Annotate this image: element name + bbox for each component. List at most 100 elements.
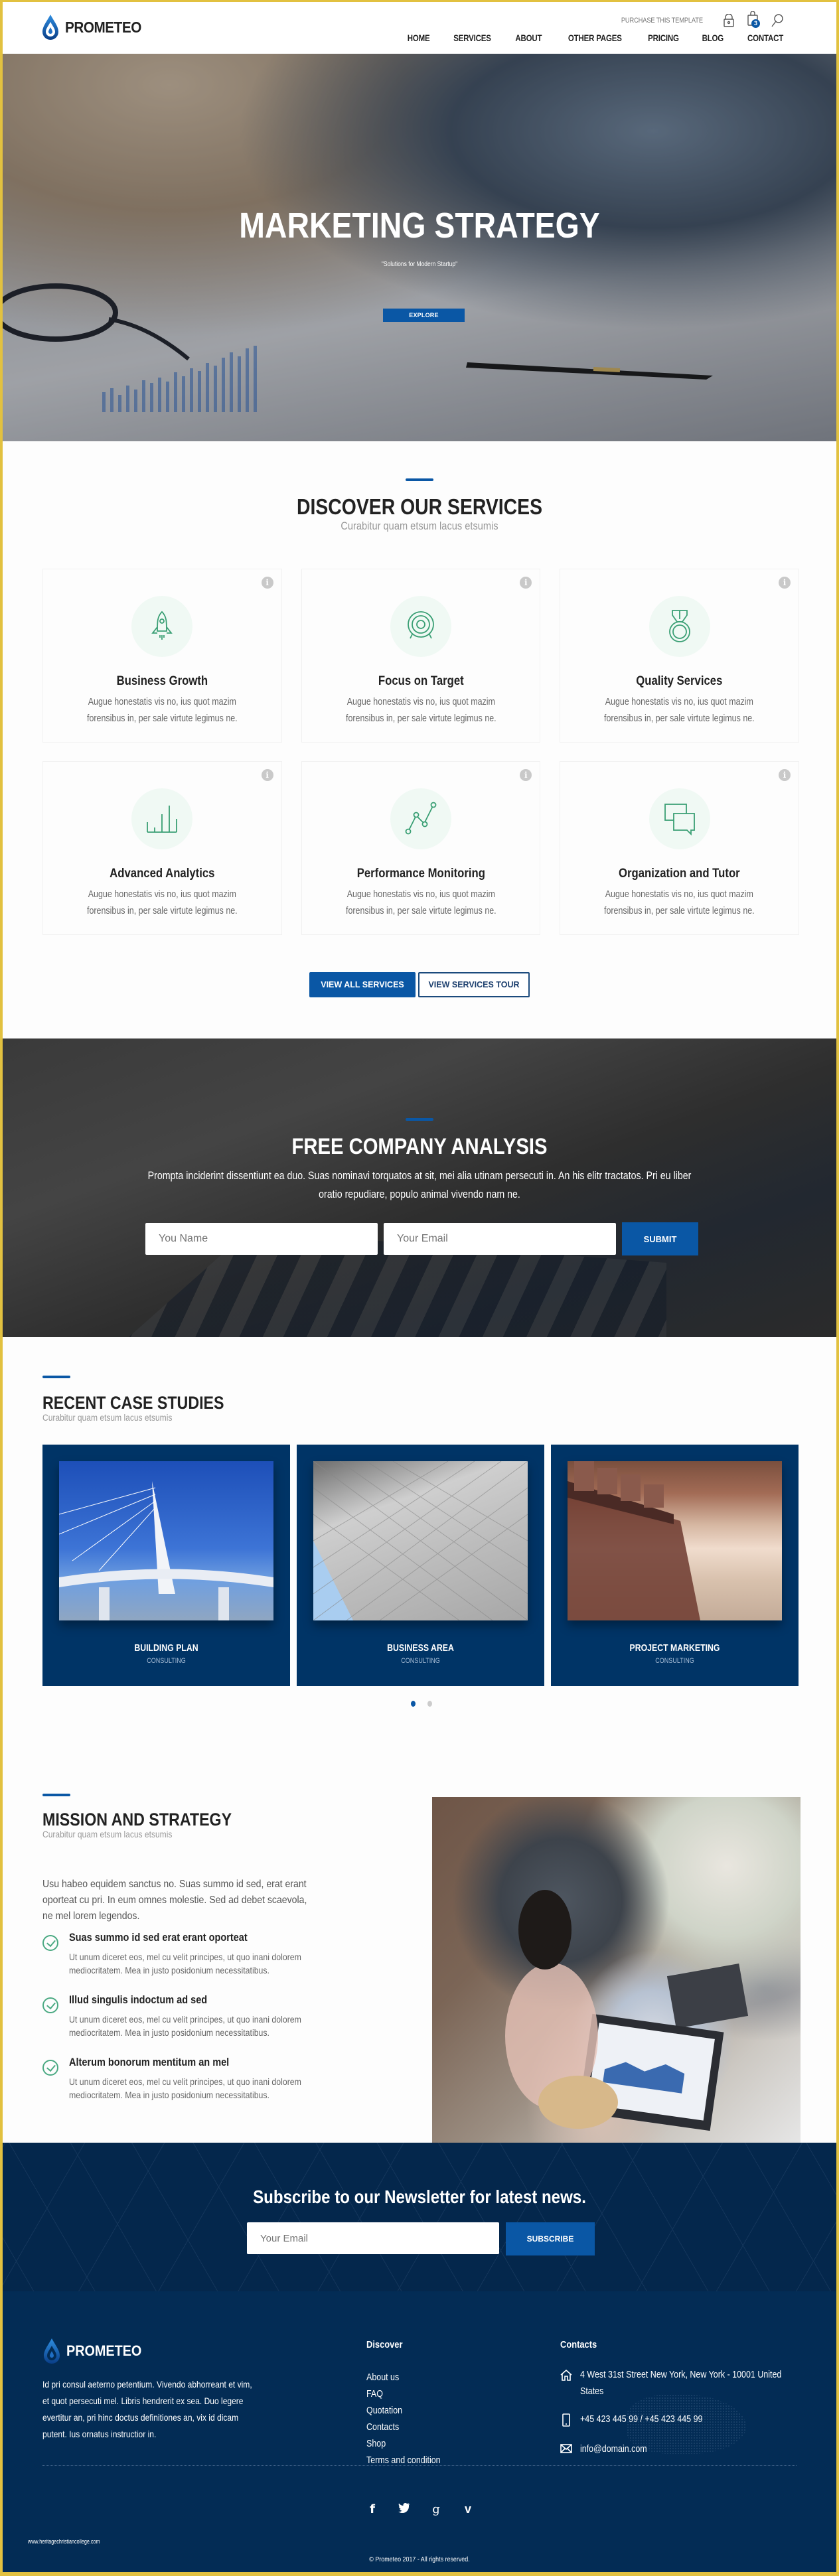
- hero-glasses-decor: [3, 283, 190, 361]
- check-circle-icon: [42, 1997, 58, 2013]
- nav-home[interactable]: HOME: [407, 33, 429, 43]
- medal-icon: [668, 610, 690, 642]
- case-category: CONSULTING: [401, 1657, 440, 1665]
- nav-pricing[interactable]: PRICING: [648, 33, 680, 43]
- facebook-icon[interactable]: f: [366, 2502, 378, 2516]
- info-icon[interactable]: i: [261, 577, 273, 589]
- nav-contact[interactable]: CONTACT: [747, 33, 783, 43]
- nav-services[interactable]: SERVICES: [453, 33, 491, 43]
- mission-heading: MISSION AND STRATEGY Curabitur quam etsu…: [42, 1794, 263, 1839]
- site-footer: PROMETEO Id pri consul aeterno petentium…: [3, 2291, 836, 2572]
- service-card[interactable]: i Quality Services Augue honestatis vis …: [560, 569, 799, 743]
- contact-phone: +45 423 445 99 / +45 423 445 99: [560, 2411, 819, 2428]
- service-card[interactable]: i Business Growth Augue honestatis vis n…: [42, 569, 282, 743]
- lock-icon[interactable]: [724, 13, 734, 27]
- subscribe-button[interactable]: SUBSCRIBE: [506, 2222, 595, 2255]
- top-utility-bar: PURCHASE THIS TEMPLATE 3: [614, 11, 783, 29]
- target-icon: [408, 611, 434, 639]
- free-analysis-section: FREE COMPANY ANALYSIS Prompta inciderint…: [3, 1038, 836, 1337]
- line-graph-icon: [405, 802, 437, 835]
- footer-link-quotation[interactable]: Quotation: [366, 2403, 402, 2419]
- service-text: Augue honestatis vis no, ius quot mazim …: [604, 697, 755, 724]
- case-image-ship: [568, 1461, 782, 1620]
- service-card[interactable]: i Advanced Analytics Augue honestatis vi…: [42, 761, 282, 935]
- vimeo-icon[interactable]: v: [462, 2502, 474, 2516]
- logo[interactable]: PROMETEO: [41, 14, 150, 40]
- analysis-title: FREE COMPANY ANALYSIS: [291, 1134, 548, 1159]
- footer-about-text: Id pri consul aeterno petentium. Vivendo…: [42, 2379, 252, 2439]
- service-card[interactable]: i Focus on Target Augue honestatis vis n…: [301, 569, 541, 743]
- case-studies-section: RECENT CASE STUDIES Curabitur quam etsum…: [3, 1337, 836, 1767]
- twitter-icon[interactable]: [398, 2502, 410, 2516]
- carousel-pagination: [411, 1701, 432, 1707]
- nav-blog[interactable]: BLOG: [702, 33, 724, 43]
- view-all-services-button[interactable]: VIEW ALL SERVICES: [309, 972, 416, 997]
- email-link[interactable]: info@domain.com: [580, 2441, 786, 2458]
- carousel-dot-1[interactable]: [411, 1701, 416, 1707]
- heading-accent-bar: [406, 478, 433, 481]
- service-title: Advanced Analytics: [110, 867, 215, 881]
- nav-other-pages[interactable]: OTHER PAGES: [568, 33, 622, 43]
- service-title: Quality Services: [636, 674, 723, 688]
- footer-link-shop[interactable]: Shop: [366, 2436, 386, 2453]
- service-text: Augue honestatis vis no, ius quot mazim …: [604, 889, 755, 916]
- copyright-text: © Prometeo 2017 - All rights reserved.: [369, 2555, 470, 2563]
- service-title: Performance Monitoring: [356, 867, 485, 881]
- footer-link-contacts[interactable]: Contacts: [366, 2419, 399, 2436]
- contact-address: 4 West 31st Street New York, New York - …: [560, 2367, 819, 2400]
- drop-logo-icon: [42, 15, 58, 40]
- footer-link-faq[interactable]: FAQ: [366, 2386, 383, 2403]
- service-title: Organization and Tutor: [619, 867, 740, 881]
- services-grid: i Business Growth Augue honestatis vis n…: [42, 569, 799, 935]
- drop-logo-icon: [44, 2338, 60, 2364]
- contacts-title: Contacts: [560, 2339, 597, 2350]
- info-icon[interactable]: i: [520, 577, 532, 589]
- services-actions: VIEW ALL SERVICES VIEW SERVICES TOUR: [3, 972, 836, 997]
- social-links: f g v: [366, 2502, 474, 2516]
- team-photo: [432, 1797, 801, 2143]
- info-icon[interactable]: i: [261, 769, 273, 781]
- google-plus-icon[interactable]: g: [430, 2502, 442, 2516]
- name-input[interactable]: [145, 1223, 378, 1255]
- submit-button[interactable]: SUBMIT: [622, 1222, 698, 1255]
- search-icon[interactable]: [771, 13, 783, 27]
- email-input[interactable]: [384, 1223, 616, 1255]
- cases-heading: RECENT CASE STUDIES Curabitur quam etsum…: [42, 1376, 254, 1423]
- case-category: CONSULTING: [147, 1657, 186, 1665]
- address-text: 4 West 31st Street New York, New York - …: [580, 2370, 782, 2397]
- case-title: PROJECT MARKETING: [629, 1642, 720, 1654]
- envelope-pattern-background: [3, 2143, 836, 2291]
- carousel-dot-2[interactable]: [427, 1701, 432, 1707]
- mission-subtitle: Curabitur quam etsum lacus etsumis: [42, 1829, 173, 1839]
- case-carousel: BUILDING PLAN CONSULTING BUSINESS AREA C…: [42, 1445, 799, 1686]
- phone-text[interactable]: +45 423 445 99 / +45 423 445 99: [580, 2411, 786, 2428]
- explore-button[interactable]: EXPLORE: [383, 309, 465, 322]
- service-card[interactable]: i Performance Monitoring Augue honestati…: [301, 761, 541, 935]
- case-card[interactable]: BUSINESS AREA CONSULTING: [297, 1445, 544, 1686]
- footer-link-terms[interactable]: Terms and condition: [366, 2453, 441, 2469]
- case-card[interactable]: BUILDING PLAN CONSULTING: [42, 1445, 290, 1686]
- nav-about[interactable]: ABOUT: [515, 33, 542, 43]
- cart-button[interactable]: 3: [747, 11, 760, 29]
- cases-subtitle: Curabitur quam etsum lacus etsumis: [42, 1412, 173, 1423]
- check-circle-icon: [42, 1935, 58, 1951]
- analysis-text: Prompta inciderint dissentiunt ea duo. S…: [147, 1170, 692, 1200]
- case-category: CONSULTING: [655, 1657, 694, 1665]
- case-image-building: [313, 1461, 528, 1621]
- service-text: Augue honestatis vis no, ius quot mazim …: [345, 889, 496, 916]
- envelope-icon: [560, 2444, 572, 2453]
- services-section: DISCOVER OUR SERVICES Curabitur quam ets…: [3, 441, 836, 1038]
- hero-pen-decor: [466, 362, 713, 380]
- service-card[interactable]: i Organization and Tutor Augue honestati…: [560, 761, 799, 935]
- info-icon[interactable]: i: [778, 769, 791, 781]
- case-card[interactable]: PROJECT MARKETING CONSULTING: [551, 1445, 799, 1686]
- view-services-tour-button[interactable]: VIEW SERVICES TOUR: [418, 972, 530, 997]
- cases-title: RECENT CASE STUDIES: [42, 1393, 224, 1413]
- mission-title: MISSION AND STRATEGY: [42, 1810, 232, 1829]
- purchase-template-link[interactable]: PURCHASE THIS TEMPLATE: [621, 17, 703, 25]
- info-icon[interactable]: i: [778, 577, 791, 589]
- footer-link-about-us[interactable]: About us: [366, 2370, 399, 2386]
- newsletter-email-input[interactable]: [247, 2222, 499, 2254]
- footer-logo[interactable]: PROMETEO: [42, 2338, 150, 2364]
- info-icon[interactable]: i: [520, 769, 532, 781]
